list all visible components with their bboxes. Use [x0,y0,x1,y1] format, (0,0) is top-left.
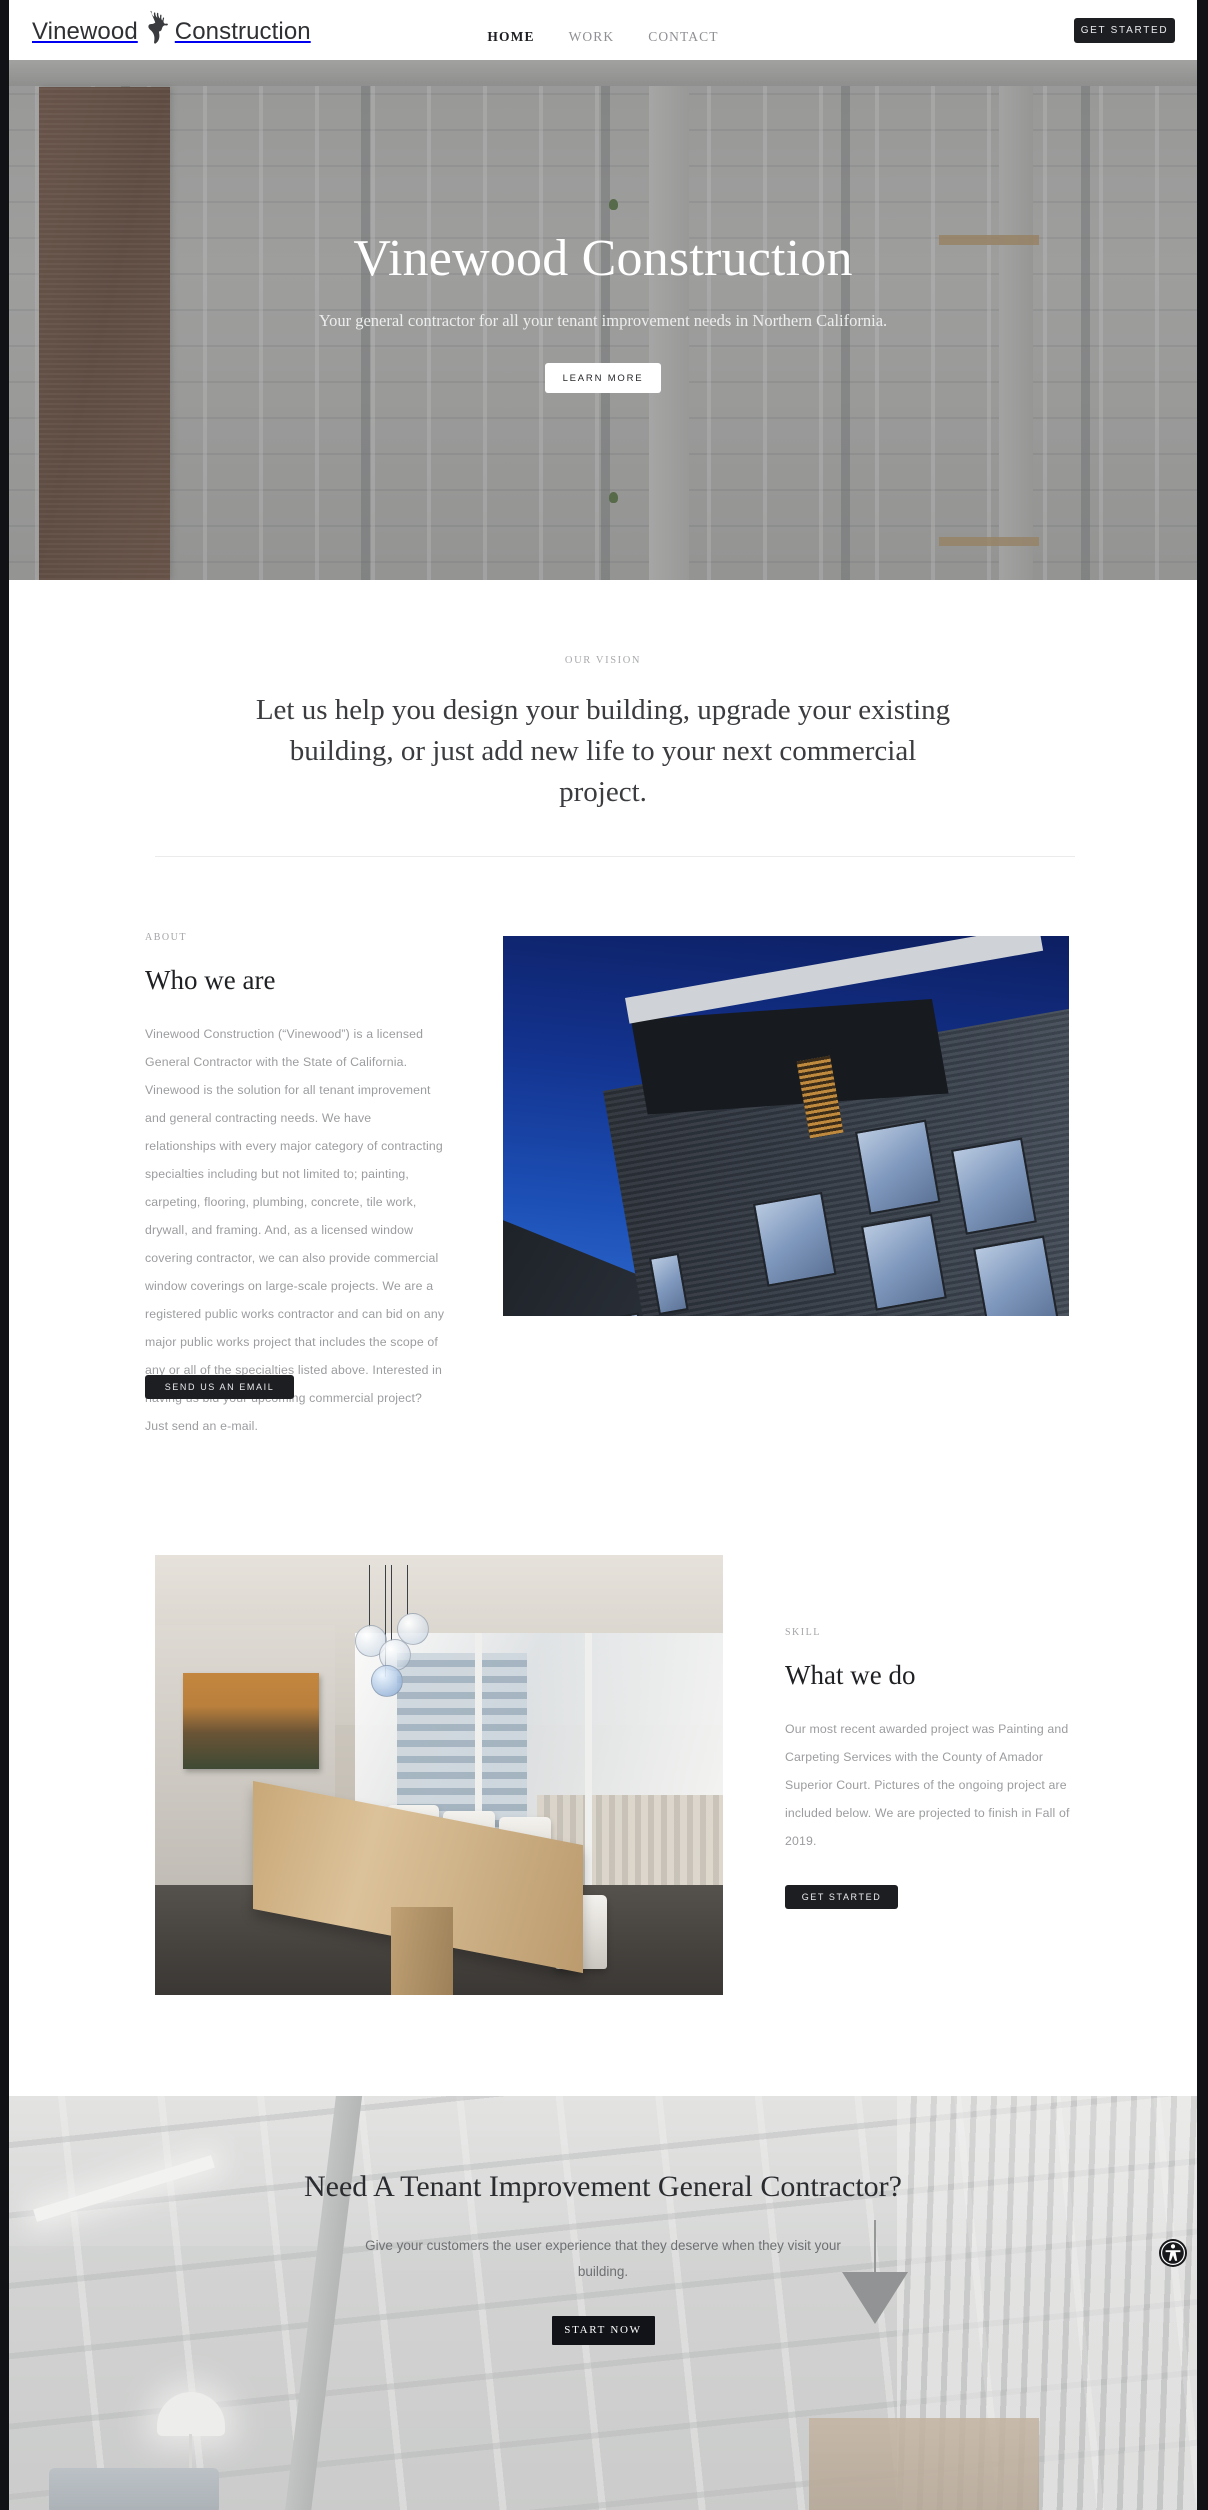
vision-headline: Let us help you design your building, up… [255,694,951,809]
accessibility-person-icon[interactable] [1158,2238,1188,2268]
bottom-cta-subtitle: Give your customers the user experience … [365,2238,841,2280]
about-building-image [503,936,1069,1316]
webpage-root: Vinewood Construction HOME WORK CONTACT … [0,0,1208,2510]
about-title: Who we are [145,965,276,995]
skill-title: What we do [785,1660,916,1690]
about-label: ABOUT [145,932,187,943]
page-frame-right-edge [1197,0,1208,2510]
skill-conference-room-image [155,1555,723,1995]
site-header: Vinewood Construction HOME WORK CONTACT … [9,0,1197,60]
hero-subtitle: Your general contractor for all your ten… [318,311,888,331]
about-text-column: ABOUT Who we are Vinewood Construction (… [145,932,445,1441]
bottom-cta-section: Need A Tenant Improvement General Contra… [9,2096,1197,2510]
nav-item-home[interactable]: HOME [487,30,534,44]
hero-section: Vinewood Construction Your general contr… [9,60,1197,580]
hero-content: Vinewood Construction Your general contr… [9,230,1197,394]
vision-section: OUR VISION Let us help you design your b… [9,580,1197,857]
hero-title: Vinewood Construction [353,230,853,287]
header-get-started-button[interactable]: GET STARTED [1074,18,1175,43]
skill-text-column: SKILL What we do Our most recent awarded… [785,1627,1075,1855]
start-now-button[interactable]: START NOW [551,2315,655,2345]
nav-item-contact[interactable]: CONTACT [648,30,718,44]
bottom-cta-title: Need A Tenant Improvement General Contra… [304,2170,902,2203]
page-frame-left-edge [0,0,9,2510]
vision-eyebrow: OUR VISION [564,655,642,666]
nav-item-work[interactable]: WORK [569,30,615,44]
hero-learn-more-button[interactable]: LEARN MORE [545,363,661,394]
main-navigation: HOME WORK CONTACT [9,30,1197,44]
send-us-an-email-button[interactable]: SEND US AN EMAIL [145,1375,294,1399]
skill-label: SKILL [785,1627,821,1638]
skill-body-text: Our most recent awarded project was Pain… [785,1722,1070,1849]
section-divider [155,856,1075,857]
bottom-cta-content: Need A Tenant Improvement General Contra… [9,2166,1197,2345]
skill-get-started-button[interactable]: GET STARTED [785,1885,898,1909]
